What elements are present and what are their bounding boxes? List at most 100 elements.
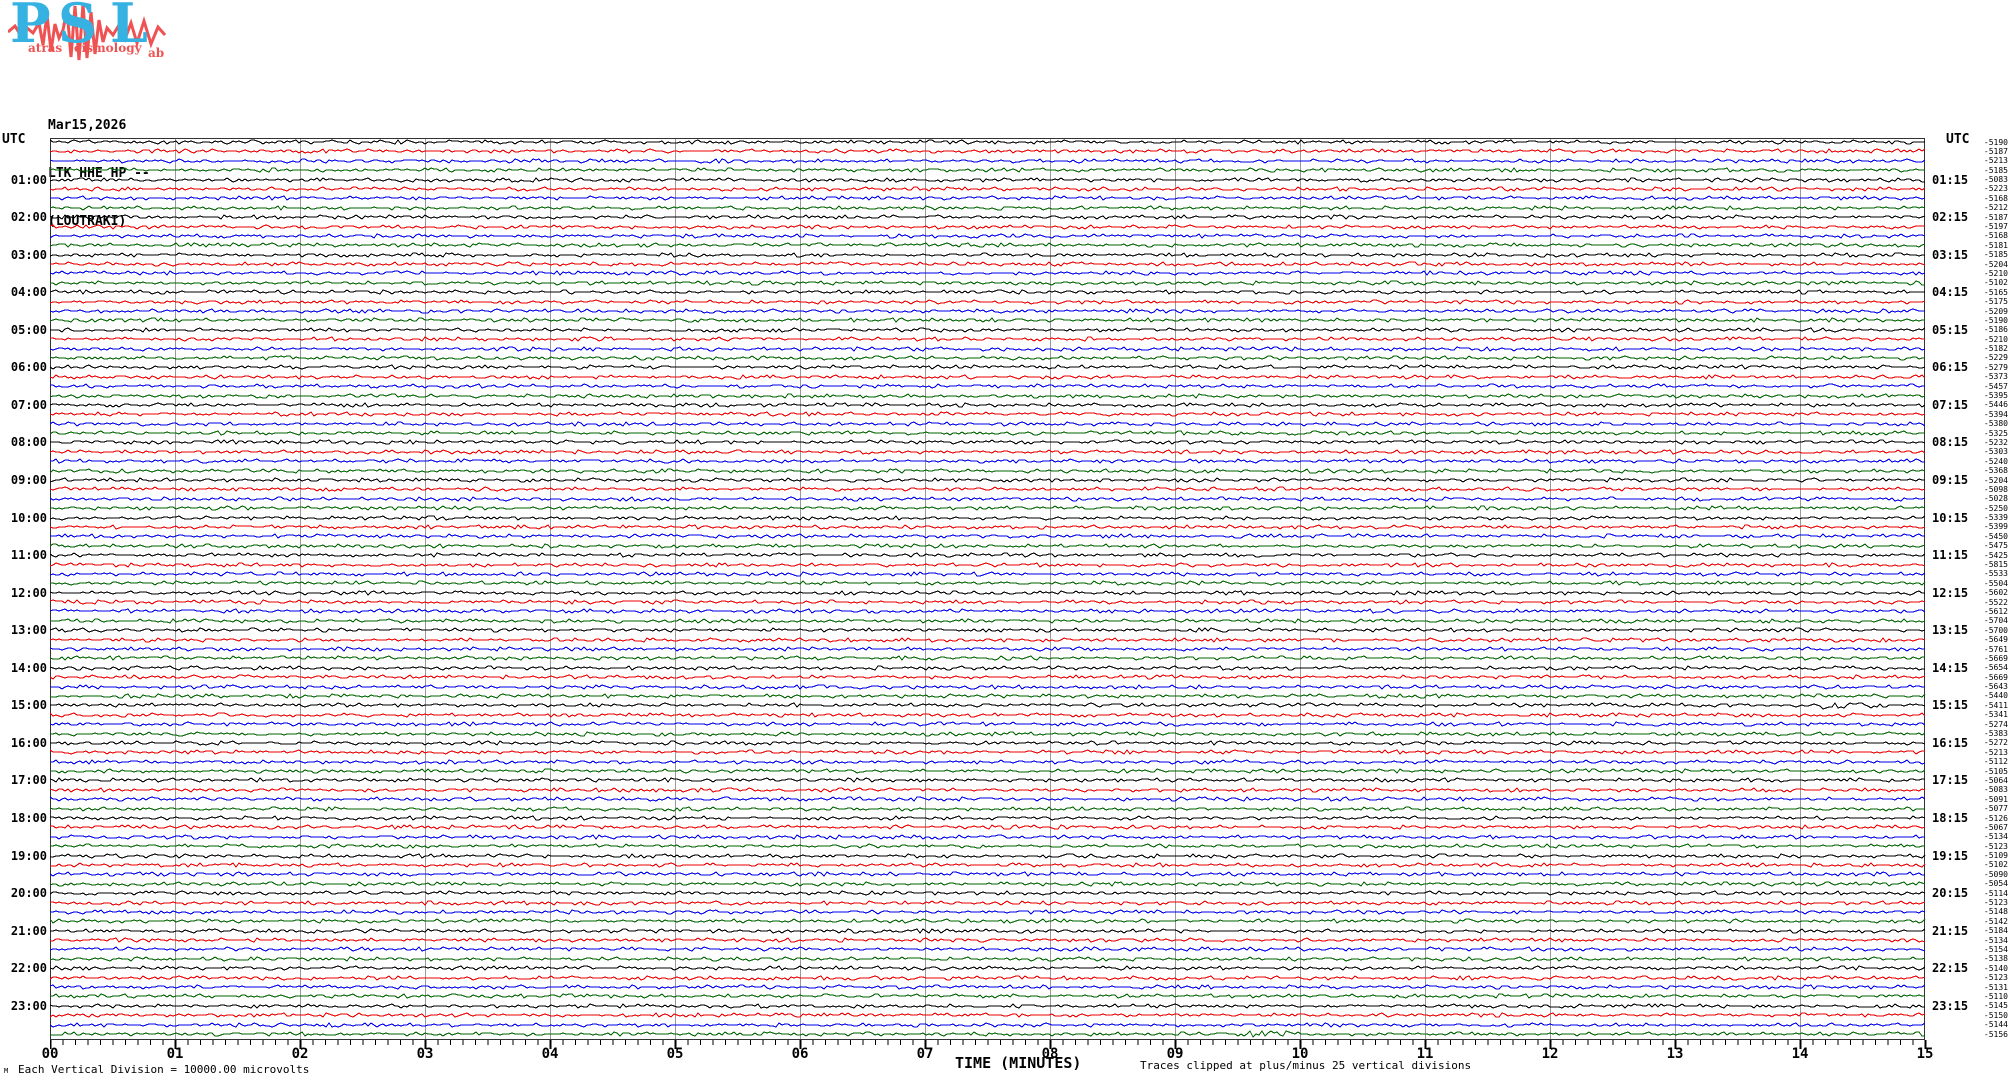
trace-offset-value: -5380 bbox=[1983, 419, 2008, 429]
trace-offset-value: -5142 bbox=[1983, 916, 2008, 926]
trace-offset-value: -5602 bbox=[1983, 588, 2008, 598]
trace-offset-value: -5145 bbox=[1983, 1001, 2008, 1011]
trace-offset-value: -5279 bbox=[1983, 362, 2008, 372]
trace-row bbox=[49, 627, 1926, 633]
trace-offset-value: -5204 bbox=[1983, 475, 2008, 485]
trace-row bbox=[49, 486, 1926, 492]
time-axis-title: TIME (MINUTES) bbox=[955, 1054, 1082, 1072]
trace-offset-value: -5209 bbox=[1983, 306, 2008, 316]
trace-row bbox=[49, 806, 1925, 812]
minute-label: 05 bbox=[666, 1046, 684, 1062]
hour-label-left: 14:00 bbox=[10, 660, 47, 675]
trace-row bbox=[50, 684, 1925, 690]
trace-offset-value: -5187 bbox=[1983, 212, 2008, 222]
trace-row bbox=[49, 430, 1925, 436]
trace-offset-value: -5190 bbox=[1983, 315, 2008, 325]
trace-offset-value: -5761 bbox=[1983, 644, 2008, 654]
trace-row bbox=[49, 477, 1925, 483]
trace-offset-value: -5649 bbox=[1983, 635, 2008, 645]
trace-row bbox=[50, 261, 1926, 267]
trace-offset-value: -5168 bbox=[1983, 231, 2008, 241]
trace-offset-value: -5154 bbox=[1983, 944, 2008, 954]
trace-offset-value: -5339 bbox=[1983, 513, 2008, 523]
minute-label: 01 bbox=[166, 1046, 184, 1062]
trace-row bbox=[50, 280, 1925, 286]
trace-row bbox=[49, 515, 1926, 521]
trace-offset-value: -5165 bbox=[1983, 287, 2008, 297]
helicorder-page: { "logo": { "letters": ["P", "S", "L"], … bbox=[0, 0, 2010, 1080]
trace-row bbox=[49, 270, 1926, 276]
trace-row bbox=[49, 871, 1925, 877]
trace-offset-value: -5232 bbox=[1983, 437, 2008, 447]
trace-row bbox=[49, 599, 1926, 605]
trace-offset-value: -5140 bbox=[1983, 963, 2008, 973]
trace-row bbox=[49, 946, 1926, 952]
trace-offset-value: -5213 bbox=[1983, 156, 2008, 166]
trace-offset-value: -5210 bbox=[1983, 334, 2008, 344]
hour-label-left: 19:00 bbox=[10, 848, 47, 863]
trace-offset-value: -5105 bbox=[1983, 766, 2008, 776]
trace-row bbox=[49, 524, 1926, 530]
trace-row bbox=[49, 186, 1926, 192]
trace-offset-value: -5669 bbox=[1983, 653, 2008, 663]
trace-row bbox=[50, 740, 1926, 746]
trace-row bbox=[49, 543, 1926, 549]
hour-label-left: 06:00 bbox=[10, 360, 47, 375]
trace-row bbox=[49, 139, 1925, 145]
trace-offset-value: -5373 bbox=[1983, 372, 2008, 382]
utc-label-left: UTC bbox=[2, 132, 26, 147]
trace-row bbox=[50, 702, 1926, 710]
trace-row bbox=[50, 533, 1925, 539]
trace-offset-value: -5186 bbox=[1983, 325, 2008, 335]
trace-row bbox=[49, 299, 1926, 305]
trace-offset-value: -5212 bbox=[1983, 203, 2008, 213]
minute-label: 02 bbox=[291, 1046, 309, 1062]
trace-offset-value: -5274 bbox=[1983, 719, 2008, 729]
trace-offset-value: -5028 bbox=[1983, 494, 2008, 504]
trace-row bbox=[49, 393, 1926, 399]
trace-offset-value: -5102 bbox=[1983, 278, 2008, 288]
trace-offset-value: -5643 bbox=[1983, 682, 2008, 692]
trace-row bbox=[49, 449, 1926, 455]
trace-offset-value: -5138 bbox=[1983, 954, 2008, 964]
trace-row bbox=[49, 777, 1925, 783]
minute-label: 04 bbox=[541, 1046, 559, 1062]
trace-offset-value: -5213 bbox=[1983, 747, 2008, 757]
minute-label: 03 bbox=[416, 1046, 434, 1062]
hour-label-left: 18:00 bbox=[10, 811, 47, 826]
trace-offset-value: -5450 bbox=[1983, 531, 2008, 541]
trace-row bbox=[49, 177, 1925, 183]
trace-row bbox=[49, 562, 1926, 568]
trace-offset-value: -5123 bbox=[1983, 973, 2008, 983]
trace-offset-value: -5440 bbox=[1983, 691, 2008, 701]
trace-row bbox=[49, 205, 1926, 211]
hour-label-left: 21:00 bbox=[10, 923, 47, 938]
trace-offset-value: -5134 bbox=[1983, 832, 2008, 842]
trace-offset-value: -5395 bbox=[1983, 391, 2008, 401]
trace-offset-value: -5187 bbox=[1983, 146, 2008, 156]
trace-row bbox=[49, 496, 1926, 502]
hour-label-left: 13:00 bbox=[10, 623, 47, 638]
trace-row bbox=[49, 918, 1926, 924]
hour-label-left: 04:00 bbox=[10, 285, 47, 300]
trace-offset-value: -5077 bbox=[1983, 804, 2008, 814]
minute-label: 14 bbox=[1791, 1046, 1809, 1062]
trace-row bbox=[50, 768, 1926, 774]
trace-row bbox=[49, 355, 1925, 361]
trace-row bbox=[49, 552, 1926, 558]
hour-label-left: 11:00 bbox=[10, 548, 47, 563]
trace-offset-value: -5144 bbox=[1983, 1020, 2008, 1030]
trace-offset-value: -5399 bbox=[1983, 522, 2008, 532]
header-date: Mar15,2026 bbox=[48, 118, 127, 133]
trace-offset-value: -5612 bbox=[1983, 606, 2008, 616]
trace-offset-value: -5533 bbox=[1983, 569, 2008, 579]
corner-mark: M bbox=[4, 1067, 9, 1075]
trace-offset-value: -5704 bbox=[1983, 616, 2008, 626]
trace-row bbox=[49, 890, 1926, 896]
minute-label: 00 bbox=[41, 1046, 59, 1062]
trace-offset-value: -5669 bbox=[1983, 672, 2008, 682]
hour-label-left: 03:00 bbox=[10, 247, 47, 262]
trace-row bbox=[49, 956, 1926, 962]
trace-row bbox=[50, 1030, 1925, 1038]
minute-label: 07 bbox=[916, 1046, 934, 1062]
